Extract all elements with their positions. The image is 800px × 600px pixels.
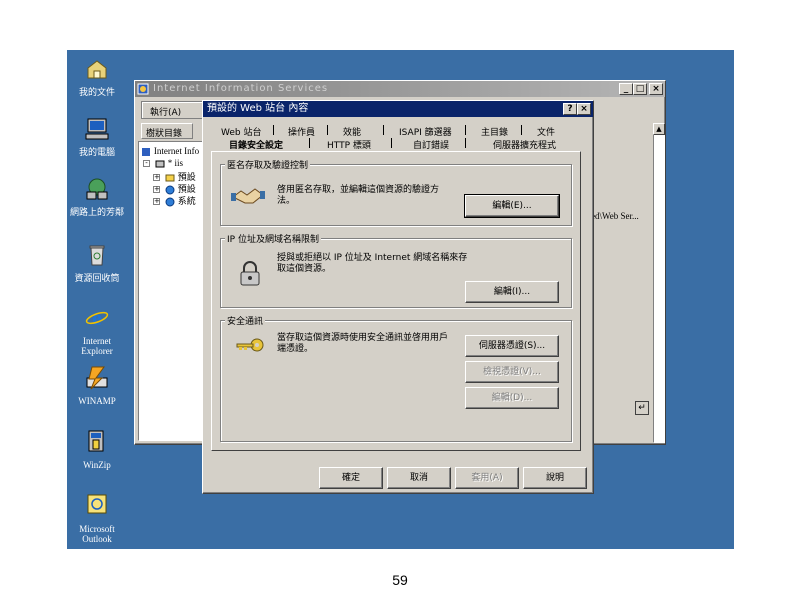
anonymous-access-description: 啓用匿名存取，並編輯這個資源的驗證方法。 [277,185,440,206]
desktop-icon-recycle-bin[interactable]: 資源回收筒 [67,242,127,284]
right-pane-text: ed\Web Ser... [591,211,639,221]
secure-edit-button[interactable]: 編輯(D)... [465,387,559,409]
tab-http-headers[interactable]: HTTP 標頭 [327,138,371,151]
ip-restrictions-title: IP 位址及網域名稱限制 [225,232,321,245]
anonymous-access-title: 匿名存取及驗證控制 [225,158,311,171]
expand-icon[interactable]: + [153,174,160,181]
desktop-icon-label: 我的電腦 [78,148,115,158]
help-button[interactable]: ? [563,103,577,115]
view-certificate-button[interactable]: 檢視憑證(V)... [465,361,559,383]
close-button[interactable]: × [649,83,663,95]
lock-icon [240,261,260,286]
mmc-titlebar[interactable]: Internet Information Services _ □ × [135,81,665,97]
folder-icon [87,60,107,79]
dialog-titlebar[interactable]: 預設的 Web 站台 內容 ? × [203,101,593,117]
apply-button[interactable]: 套用(A) [455,467,519,489]
tab-custom-errors[interactable]: 自訂錯誤 [413,138,449,151]
globe-icon [165,185,175,194]
tree-item[interactable]: + 系統 [153,194,196,207]
expand-icon[interactable]: + [153,186,160,193]
desktop-icon-label: 資源回收筒 [74,274,120,284]
mmc-menu-bar: 執行(A) 檢 [141,101,211,119]
network-icon [86,178,108,200]
tree-tab[interactable]: 樹狀目錄 [141,123,193,139]
tab-home-directory[interactable]: 主目錄 [481,125,508,138]
ip-restrictions-description: 授與或拒絕以 IP 位址及 Internet 網域名稱來存取這個資源。 [277,253,468,274]
secure-communications-description: 當存取這個資源時使用安全通訊並啓用用戶端憑證。 [277,333,449,354]
ip-edit-button[interactable]: 編輯(I)... [465,281,559,303]
iis-icon [142,147,150,156]
tree-server-label: * iis [167,158,184,168]
expand-icon[interactable]: + [153,198,160,205]
secure-communications-title: 安全通訊 [225,314,266,327]
tab-server-extensions[interactable]: 伺服器擴充程式 [493,138,556,151]
ok-button[interactable]: 確定 [319,467,383,489]
anonymous-access-group: 匿名存取及驗證控制 啓用匿名存取，並編輯這個資源的驗證方法。 編輯(E)... [220,158,572,226]
tree-tab-label: 樹狀目錄 [146,129,183,139]
desktop-icon-label: WINAMP [78,396,116,406]
tab-directory-security[interactable]: 目錄安全設定 [229,138,283,151]
mmc-title: Internet Information Services [153,83,329,94]
desktop-icon-outlook[interactable]: Microsoft Outlook [67,492,127,544]
folder-icon [165,174,175,181]
tree-root-label: Internet Info [153,146,200,156]
ip-restrictions-group: IP 位址及網域名稱限制 授與或拒絕以 IP 位址及 Internet 網域名稱… [220,232,572,308]
dialog-title: 預設的 Web 站台 內容 [207,103,309,114]
right-pane[interactable] [653,123,665,443]
resize-grip-icon[interactable]: ↵ [635,401,649,415]
key-icon [236,338,264,352]
tab-web-site[interactable]: Web 站台 [221,125,261,138]
tree-item-label: 系統 [177,197,196,207]
tab-panel: 匿名存取及驗證控制 啓用匿名存取，並編輯這個資源的驗證方法。 編輯(E)... … [211,151,581,451]
tree-root[interactable]: Internet Info [141,146,199,157]
mmc-app-icon [137,83,149,95]
tab-documents[interactable]: 文件 [537,125,555,138]
tree-pane[interactable]: Internet Info - * iis + 預設 + 預設 + 系統 [138,141,208,441]
anonymous-edit-button[interactable]: 編輯(E)... [464,194,560,218]
computer-icon [85,118,109,140]
desktop-icon-label: 我的文件 [78,88,115,98]
desktop-icon-label: Internet Explorer [81,336,113,356]
cancel-button[interactable]: 取消 [387,467,451,489]
tab-performance[interactable]: 效能 [343,125,361,138]
scroll-up-arrow[interactable]: ▲ [653,123,665,135]
collapse-icon[interactable]: - [143,160,150,167]
recycle-bin-icon [89,245,105,266]
globe-icon [165,197,175,206]
server-certificate-button[interactable]: 伺服器憑證(S)... [465,335,559,357]
desktop-icon-label: 網路上的芳鄰 [69,208,124,218]
handshake-icon [231,188,265,204]
winzip-icon [88,430,104,452]
properties-dialog[interactable]: 預設的 Web 站台 內容 ? × Web 站台 操作員 效能 ISAPI 篩選… [202,100,594,494]
desktop-icon-label: Microsoft Outlook [79,524,115,544]
desktop-icon-my-documents[interactable]: 我的文件 [67,56,127,98]
secure-communications-group: 安全通訊 當存取這個資源時使用安全通訊並啓用用戶端憑證。 伺服器憑證(S)...… [220,314,572,442]
winamp-icon [86,366,108,390]
tree-server[interactable]: - * iis [143,158,183,169]
help-text-button[interactable]: 說明 [523,467,587,489]
desktop-icon-my-computer[interactable]: 我的電腦 [67,116,127,158]
minimize-button[interactable]: _ [619,83,633,95]
close-button[interactable]: × [577,103,591,115]
desktop-icon-network[interactable]: 網路上的芳鄰 [67,176,129,218]
svg-text:e: e [92,305,102,330]
tab-isapi-filters[interactable]: ISAPI 篩選器 [399,125,452,138]
desktop-icon-winzip[interactable]: WinZip [67,428,127,470]
desktop-icon-label: WinZip [83,460,111,470]
desktop-icon-winamp[interactable]: WINAMP [67,364,127,406]
menu-action[interactable]: 執行(A) [150,105,181,118]
desktop-icon-internet-explorer[interactable]: e Internet Explorer [67,304,127,356]
desktop: 我的文件 我的電腦 網路上的芳鄰 資源回收筒 e Internet Explor [67,50,734,549]
tab-operators[interactable]: 操作員 [288,125,315,138]
internet-explorer-icon: e [85,305,109,330]
outlook-icon [87,494,107,514]
maximize-button[interactable]: □ [633,83,647,95]
server-icon [155,160,165,167]
page-number: 59 [392,572,408,588]
